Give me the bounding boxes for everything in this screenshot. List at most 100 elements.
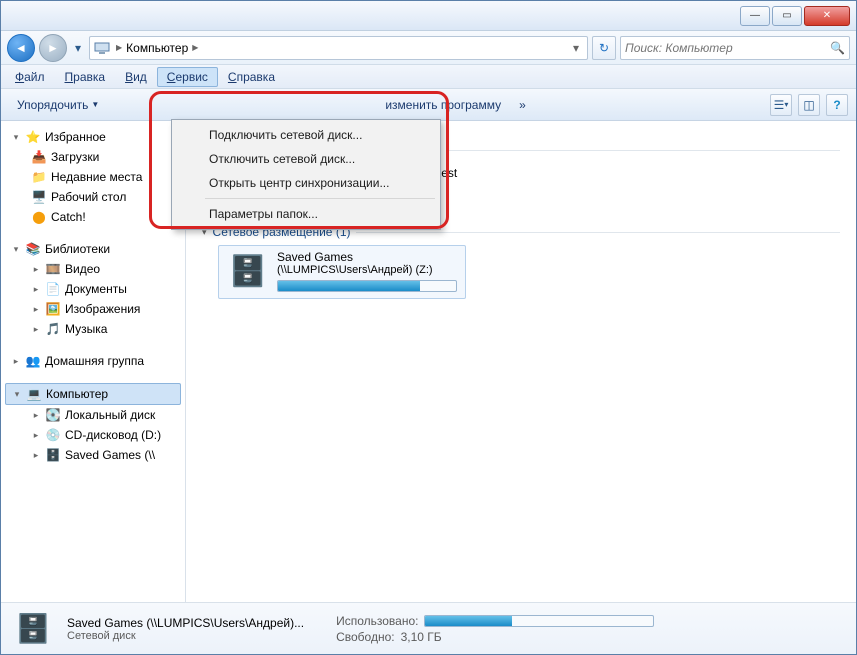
- details-subtitle: Сетевой диск: [67, 630, 304, 642]
- tree-downloads[interactable]: 📥 Загрузки: [1, 147, 185, 167]
- tree-catch[interactable]: ⬤ Catch!: [1, 207, 185, 227]
- tree-favorites[interactable]: ▾ ⭐ Избранное: [1, 127, 185, 147]
- tree-label: Загрузки: [51, 150, 99, 164]
- menu-unmap-drive[interactable]: Отключить сетевой диск...: [175, 147, 437, 171]
- tree-label: Недавние места: [51, 170, 142, 184]
- nav-tree: ▾ ⭐ Избранное 📥 Загрузки 📁 Недавние мест…: [1, 121, 186, 602]
- tree-cd-drive[interactable]: ▸ 💿 CD-дисковод (D:): [1, 425, 185, 445]
- folder-icon: 📥: [31, 149, 47, 165]
- menu-help[interactable]: Справка: [218, 67, 285, 87]
- expand-icon[interactable]: ▸: [11, 356, 21, 367]
- breadcrumb-sep-icon: ▶: [190, 43, 200, 52]
- tree-computer[interactable]: ▾ 💻 Компьютер: [5, 383, 181, 405]
- details-title: Saved Games (\\LUMPICS\Users\Андрей)...: [67, 616, 304, 630]
- arrow-right-icon: ►: [47, 41, 59, 55]
- preview-pane-button[interactable]: ◫: [798, 94, 820, 116]
- menu-file[interactable]: Файл: [5, 67, 55, 87]
- overflow-button[interactable]: »: [519, 98, 526, 112]
- tree-label: Catch!: [51, 210, 86, 224]
- breadcrumb-computer[interactable]: Компьютер: [124, 41, 190, 55]
- forward-button[interactable]: ►: [39, 34, 67, 62]
- menu-tools[interactable]: Сервис: [157, 67, 218, 87]
- search-input[interactable]: [625, 41, 830, 55]
- tree-videos[interactable]: ▸ 🎞️ Видео: [1, 259, 185, 279]
- expand-icon[interactable]: ▸: [31, 264, 41, 275]
- homegroup-icon: 👥: [25, 353, 41, 369]
- organize-button[interactable]: Упорядочить ▼: [9, 94, 107, 116]
- tree-documents[interactable]: ▸ 📄 Документы: [1, 279, 185, 299]
- video-icon: 🎞️: [45, 261, 61, 277]
- tree-desktop[interactable]: 🖥️ Рабочий стол: [1, 187, 185, 207]
- refresh-icon: ↻: [599, 41, 609, 55]
- expand-icon[interactable]: ▸: [31, 430, 41, 441]
- tree-recent[interactable]: 📁 Недавние места: [1, 167, 185, 187]
- tree-label: Компьютер: [46, 387, 108, 401]
- menu-folder-options[interactable]: Параметры папок...: [175, 202, 437, 226]
- expand-icon[interactable]: ▸: [31, 450, 41, 461]
- tree-label: Библиотеки: [45, 242, 110, 256]
- music-icon: 🎵: [45, 321, 61, 337]
- tree-label: Локальный диск: [65, 408, 155, 422]
- menu-edit[interactable]: Правка: [55, 67, 116, 87]
- collapse-icon[interactable]: ▾: [11, 132, 21, 143]
- collapse-icon[interactable]: ▾: [11, 244, 21, 255]
- tree-libraries[interactable]: ▾ 📚 Библиотеки: [1, 239, 185, 259]
- network-drive-icon: 🗄️: [11, 609, 55, 649]
- panel-icon: ◫: [803, 98, 814, 112]
- tools-menu-popup: Подключить сетевой диск... Отключить сет…: [171, 119, 441, 230]
- tools-dropdown: Подключить сетевой диск... Отключить сет…: [171, 119, 441, 230]
- item-network-drive[interactable]: 🗄️ Saved Games (\\LUMPICS\Users\Андрей) …: [218, 245, 466, 299]
- explorer-window: — ▭ ✕ ◄ ► ▾ ▶ Компьютер ▶ ▾ ↻ 🔍: [0, 0, 857, 655]
- expand-icon[interactable]: ▸: [31, 304, 41, 315]
- item-title: Saved Games: [277, 250, 457, 264]
- tree-label: Изображения: [65, 302, 140, 316]
- chevron-down-icon: ▾: [75, 41, 81, 55]
- menu-sync-center[interactable]: Открыть центр синхронизации...: [175, 171, 437, 195]
- menu-bar: Файл Правка Вид Сервис Справка: [1, 65, 856, 89]
- desktop-icon: 🖥️: [31, 189, 47, 205]
- computer-icon: 💻: [26, 386, 42, 402]
- close-button[interactable]: ✕: [804, 6, 850, 26]
- details-pane: 🗄️ Saved Games (\\LUMPICS\Users\Андрей).…: [1, 602, 856, 654]
- free-label: Свободно:: [336, 630, 395, 644]
- address-dropdown[interactable]: ▾: [569, 41, 583, 55]
- chevron-down-icon: ▼: [91, 100, 99, 109]
- tree-label: Saved Games (\\: [65, 448, 155, 462]
- help-icon: ?: [833, 98, 840, 112]
- minimize-button[interactable]: —: [740, 6, 770, 26]
- catch-icon: ⬤: [31, 209, 47, 225]
- tree-label: Домашняя группа: [45, 354, 144, 368]
- view-mode-button[interactable]: ☰▾: [770, 94, 792, 116]
- tree-pictures[interactable]: ▸ 🖼️ Изображения: [1, 299, 185, 319]
- back-button[interactable]: ◄: [7, 34, 35, 62]
- expand-icon[interactable]: ▸: [31, 410, 41, 421]
- tree-label: Документы: [65, 282, 127, 296]
- tree-music[interactable]: ▸ 🎵 Музыка: [1, 319, 185, 339]
- expand-icon[interactable]: ▸: [31, 284, 41, 295]
- tree-local-disk[interactable]: ▸ 💽 Локальный диск: [1, 405, 185, 425]
- maximize-button[interactable]: ▭: [772, 6, 802, 26]
- tree-label: Музыка: [65, 322, 107, 336]
- change-program-button[interactable]: изменить программу: [377, 94, 509, 116]
- nav-row: ◄ ► ▾ ▶ Компьютер ▶ ▾ ↻ 🔍: [1, 31, 856, 65]
- collapse-icon[interactable]: ▾: [12, 389, 22, 400]
- network-drive-icon: 🗄️: [227, 250, 269, 292]
- history-dropdown[interactable]: ▾: [71, 38, 85, 58]
- menu-view[interactable]: Вид: [115, 67, 157, 87]
- help-button[interactable]: ?: [826, 94, 848, 116]
- menu-map-drive[interactable]: Подключить сетевой диск...: [175, 123, 437, 147]
- item-path: (\\LUMPICS\Users\Андрей) (Z:): [277, 264, 457, 276]
- refresh-button[interactable]: ↻: [592, 36, 616, 60]
- computer-icon: [94, 40, 110, 56]
- tree-homegroup[interactable]: ▸ 👥 Домашняя группа: [1, 351, 185, 371]
- address-bar[interactable]: ▶ Компьютер ▶ ▾: [89, 36, 588, 60]
- expand-icon[interactable]: ▸: [31, 324, 41, 335]
- free-value: 3,10 ГБ: [401, 630, 442, 644]
- search-icon: 🔍: [830, 41, 845, 55]
- search-box[interactable]: 🔍: [620, 36, 850, 60]
- usage-bar: [277, 280, 457, 292]
- tree-saved-games[interactable]: ▸ 🗄️ Saved Games (\\: [1, 445, 185, 465]
- list-icon: ☰: [774, 98, 785, 112]
- network-drive-icon: 🗄️: [45, 447, 61, 463]
- menu-separator: [205, 198, 435, 199]
